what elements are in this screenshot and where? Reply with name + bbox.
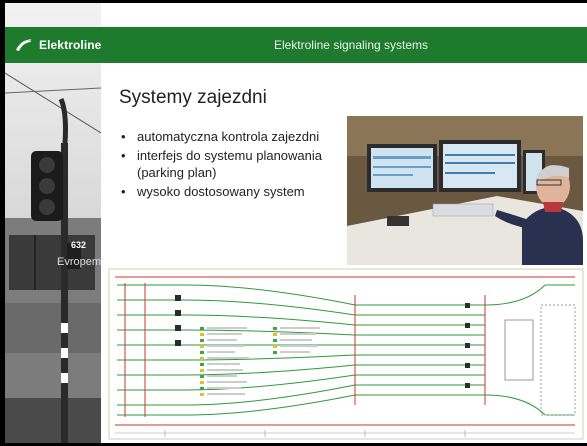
operator-photo xyxy=(347,116,583,266)
brand-logo: Elektroline xyxy=(15,27,101,63)
bullet-dot: • xyxy=(121,129,126,144)
slide: 632 Evropem Elektroline Elektroline sign… xyxy=(5,3,587,443)
list-item-text: interfejs do systemu planowania (parking… xyxy=(137,148,322,180)
traffic-light-photo: 632 Evropem xyxy=(5,3,101,443)
bullet-dot: • xyxy=(121,184,126,199)
bullet-dot: • xyxy=(121,148,126,163)
track-layout-diagram xyxy=(105,265,587,443)
header-title: Elektroline signaling systems xyxy=(273,38,429,52)
list-item-text: wysoko dostosowany system xyxy=(137,184,305,199)
bus-route-number: 632 xyxy=(71,240,86,250)
page-title: Systemy zajezdni xyxy=(119,87,267,108)
list-item: • automatyczna kontrola zajezdni xyxy=(115,128,335,145)
list-item: • interfejs do systemu planowania (parkin… xyxy=(115,147,335,181)
swoosh-logo-icon xyxy=(16,39,32,51)
bus-destination: Evropem xyxy=(57,256,101,268)
list-item-text: automatyczna kontrola zajezdni xyxy=(137,129,320,144)
brand-name: Elektroline xyxy=(39,38,102,52)
list-item: • wysoko dostosowany system xyxy=(115,183,335,200)
bullet-list: • automatyczna kontrola zajezdni • interfe… xyxy=(115,128,335,202)
header-bar: Elektroline Elektroline signaling system… xyxy=(5,27,587,63)
